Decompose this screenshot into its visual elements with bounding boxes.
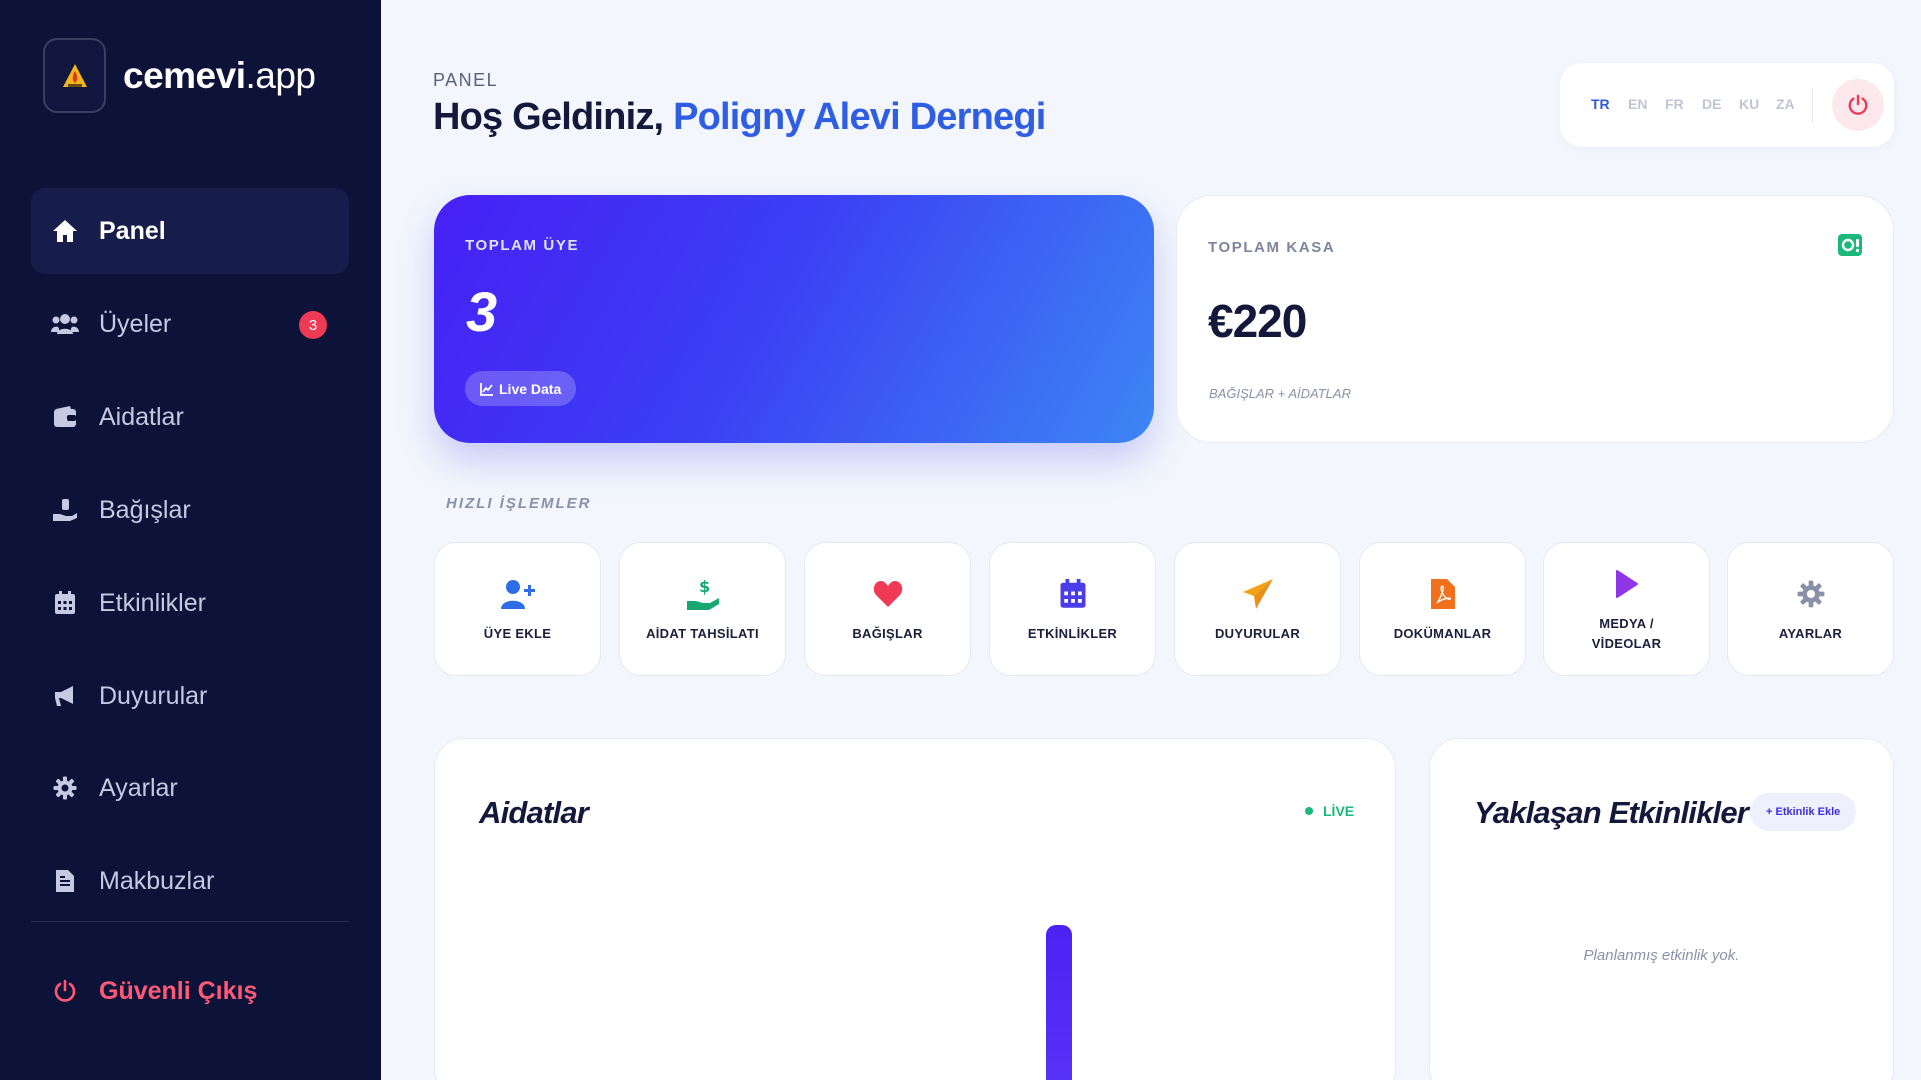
sidebar-item-label: Duyurular (99, 681, 208, 710)
heart-icon (873, 574, 903, 614)
power-button[interactable] (1832, 79, 1884, 131)
lang-ku[interactable]: KU (1739, 96, 1759, 112)
receipt-icon (51, 867, 79, 895)
donation-icon (51, 496, 79, 524)
total-members-card: TOPLAM ÜYE 3 Live Data (434, 195, 1154, 443)
dues-chart-bar (1046, 925, 1072, 1080)
calendar-icon (1059, 574, 1087, 614)
members-count-badge: 3 (299, 311, 327, 339)
sidebar-item-bagislar[interactable]: Bağışlar (31, 467, 349, 553)
quick-documents[interactable]: DOKÜMANLAR (1359, 542, 1526, 676)
organization-name: Poligny Alevi Dernegi (673, 96, 1046, 138)
quick-announcements[interactable]: DUYURULAR (1174, 542, 1341, 676)
sidebar-item-makbuzlar[interactable]: Makbuzlar (31, 838, 349, 924)
quick-action-label: DOKÜMANLAR (1393, 626, 1492, 641)
empty-events-message: Planlanmış etkinlik yok. (1583, 947, 1740, 964)
users-icon (51, 310, 79, 338)
sidebar-item-label: Etkinlikler (99, 588, 206, 617)
quick-action-label: DUYURULAR (1214, 626, 1301, 641)
live-label: LİVE (1323, 803, 1355, 819)
quick-action-label: BAĞIŞLAR (852, 626, 923, 641)
sidebar-item-label: Panel (99, 216, 166, 245)
svg-text:$: $ (699, 577, 710, 596)
total-members-label: TOPLAM ÜYE (465, 237, 580, 254)
gear-icon (51, 774, 79, 802)
calendar-icon (51, 589, 79, 617)
quick-action-label: AYARLAR (1778, 626, 1843, 641)
page-title: Hoş Geldiniz, Poligny Alevi Dernegi (433, 96, 1046, 138)
add-event-button[interactable]: + Etkinlik Ekle (1750, 793, 1857, 831)
section-label: PANEL (433, 70, 499, 90)
play-icon (1615, 564, 1639, 604)
megaphone-icon (51, 682, 79, 710)
live-dot-icon (1305, 807, 1313, 815)
lang-tr[interactable]: TR (1591, 96, 1610, 112)
sidebar-item-etkinlikler[interactable]: Etkinlikler (31, 560, 349, 646)
quick-add-member[interactable]: ÜYE EKLE (434, 542, 601, 676)
quick-media-videos[interactable]: MEDYA / VİDEOLAR (1543, 542, 1710, 676)
sidebar-item-label: Makbuzlar (99, 866, 215, 895)
sidebar-item-label: Üyeler (99, 309, 172, 338)
dues-title: Aidatlar (479, 795, 589, 830)
user-plus-icon (500, 574, 536, 614)
total-cash-label: TOPLAM KASA (1208, 239, 1336, 256)
live-data-label: Live Data (499, 380, 562, 397)
quick-dues-collection[interactable]: $ AİDAT TAHSİLATI (619, 542, 786, 676)
lang-de[interactable]: DE (1702, 96, 1721, 112)
pdf-file-icon (1430, 574, 1456, 614)
sidebar-item-uyeler[interactable]: Üyeler 3 (31, 281, 349, 367)
dues-panel: Aidatlar LİVE (434, 738, 1396, 1080)
cash-icon (1837, 233, 1863, 262)
logo-icon (43, 38, 106, 113)
quick-donations[interactable]: BAĞIŞLAR (804, 542, 971, 676)
sidebar-item-label: Bağışlar (99, 495, 191, 524)
sidebar-item-duyurular[interactable]: Duyurular (31, 653, 349, 739)
power-icon (1848, 94, 1868, 115)
quick-actions-title: HIZLI İŞLEMLER (446, 495, 592, 512)
lang-za[interactable]: ZA (1776, 96, 1795, 112)
divider (1812, 87, 1813, 123)
sidebar-divider (31, 921, 349, 922)
total-cash-card: TOPLAM KASA €220 BAĞIŞLAR + AİDATLAR (1176, 195, 1894, 443)
paper-plane-icon (1242, 574, 1274, 614)
sidebar-item-aidatlar[interactable]: Aidatlar (31, 374, 349, 460)
logout-button[interactable]: Güvenli Çıkış (31, 948, 349, 1034)
total-members-value: 3 (466, 280, 498, 343)
sidebar-item-label: Aidatlar (99, 402, 184, 431)
sidebar-item-label: Ayarlar (99, 773, 178, 802)
logout-label: Güvenli Çıkış (99, 976, 258, 1005)
total-cash-value: €220 (1208, 295, 1307, 347)
sidebar-item-ayarlar[interactable]: Ayarlar (31, 745, 349, 831)
brand[interactable]: cemevi.app (43, 38, 316, 113)
lang-fr[interactable]: FR (1665, 96, 1684, 112)
quick-action-label: ÜYE EKLE (483, 626, 552, 641)
upcoming-events-title: Yaklaşan Etkinlikler (1474, 795, 1749, 830)
chart-line-icon (480, 382, 493, 396)
total-cash-subtitle: BAĞIŞLAR + AİDATLAR (1209, 386, 1351, 401)
power-icon (51, 977, 79, 1005)
live-indicator: LİVE (1305, 803, 1354, 819)
sidebar: cemevi.app Panel Üyeler 3 Aidatlar Bağış… (0, 0, 381, 1080)
live-data-pill: Live Data (465, 371, 577, 406)
quick-action-label: MEDYA / VİDEOLAR (1591, 616, 1662, 651)
gear-icon (1797, 574, 1825, 614)
quick-action-label: AİDAT TAHSİLATI (646, 626, 759, 641)
home-icon (51, 217, 79, 245)
upcoming-events-panel: Yaklaşan Etkinlikler + Etkinlik Ekle Pla… (1429, 738, 1894, 1080)
quick-action-label: ETKİNLİKLER (1027, 626, 1118, 641)
quick-events[interactable]: ETKİNLİKLER (989, 542, 1156, 676)
brand-name: cemevi.app (123, 54, 316, 96)
lang-en[interactable]: EN (1628, 96, 1647, 112)
quick-settings[interactable]: AYARLAR (1727, 542, 1894, 676)
language-switcher: TR EN FR DE KU ZA (1560, 63, 1894, 147)
wallet-icon (51, 403, 79, 431)
hand-dollar-icon: $ (686, 574, 720, 614)
sidebar-item-panel[interactable]: Panel (31, 188, 349, 274)
